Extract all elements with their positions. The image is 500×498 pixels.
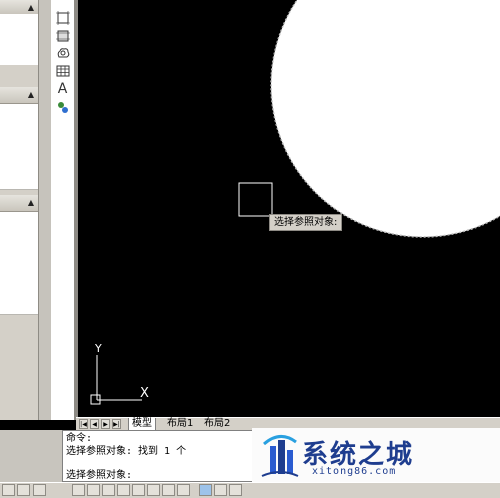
palette-row[interactable] [0,229,38,247]
tab-nav-first-button[interactable]: |◀ [79,419,88,429]
command-history-line: 选择参照对象: 找到 1 个 [66,446,187,457]
command-prompt[interactable]: 选择参照对象: [66,470,132,482]
properties-palette: ▲ ▲ ▲ [0,0,52,420]
crosshair-pickbox [238,182,273,217]
palette-gap [0,65,38,85]
palette-row[interactable] [0,14,38,32]
palette-row[interactable] [0,31,38,49]
watermark-subtitle: xitong86.com [312,466,397,477]
palette-row[interactable] [0,104,38,122]
palette-row[interactable] [0,48,38,66]
palette-section-header[interactable]: ▲ [0,195,38,212]
tab-layout1[interactable]: 布局1 [164,418,196,430]
palette-section-header[interactable]: ▲ [0,0,38,15]
palette-row[interactable] [0,138,38,156]
tab-nav-prev-button[interactable]: ◀ [90,419,99,429]
selected-circle [270,0,500,238]
ucs-x-label: X [140,386,149,401]
palette-row[interactable] [0,280,38,298]
tab-nav-last-button[interactable]: ▶| [112,419,121,429]
revision-cloud-icon[interactable] [54,44,71,61]
add-selected-icon[interactable] [54,98,71,115]
watermark: 系统之城 xitong86.com [252,428,500,482]
command-tooltip: 选择参照对象: [269,214,343,231]
table-icon[interactable] [54,62,71,79]
palette-row[interactable] [0,212,38,230]
status-button[interactable] [229,484,242,496]
region-icon[interactable] [54,9,71,26]
status-button[interactable] [72,484,85,496]
status-button[interactable] [162,484,175,496]
status-button[interactable] [33,484,46,496]
palette-row[interactable] [0,172,38,190]
collapse-arrow-icon[interactable]: ▲ [28,91,34,99]
status-button[interactable] [147,484,160,496]
palette-section-header[interactable]: ▲ [0,87,38,104]
collapse-arrow-icon[interactable]: ▲ [28,199,34,207]
multiline-text-icon[interactable]: A [54,80,71,97]
status-button[interactable] [17,484,30,496]
ucs-icon [90,355,142,405]
drawing-canvas[interactable]: Y X [78,0,500,417]
status-button[interactable] [87,484,100,496]
status-button[interactable] [132,484,145,496]
collapse-arrow-icon[interactable]: ▲ [28,4,34,12]
palette-row[interactable] [0,297,38,315]
command-history-line: 命令: [66,433,93,444]
status-button[interactable] [102,484,115,496]
status-button[interactable] [214,484,227,496]
wipeout-icon[interactable] [54,27,71,44]
status-button[interactable] [117,484,130,496]
tab-nav-next-button[interactable]: ▶ [101,419,110,429]
ucs-y-label: Y [95,342,102,355]
palette-row[interactable] [0,155,38,173]
status-button[interactable] [199,484,212,496]
palette-row[interactable] [0,121,38,139]
palette-row[interactable] [0,263,38,281]
palette-scrollbar[interactable] [38,0,52,420]
castle-logo-icon [261,435,299,477]
tab-layout2[interactable]: 布局2 [201,418,233,430]
status-button[interactable] [2,484,15,496]
palette-row[interactable] [0,246,38,264]
status-button[interactable] [177,484,190,496]
canvas-graphics [90,0,500,405]
